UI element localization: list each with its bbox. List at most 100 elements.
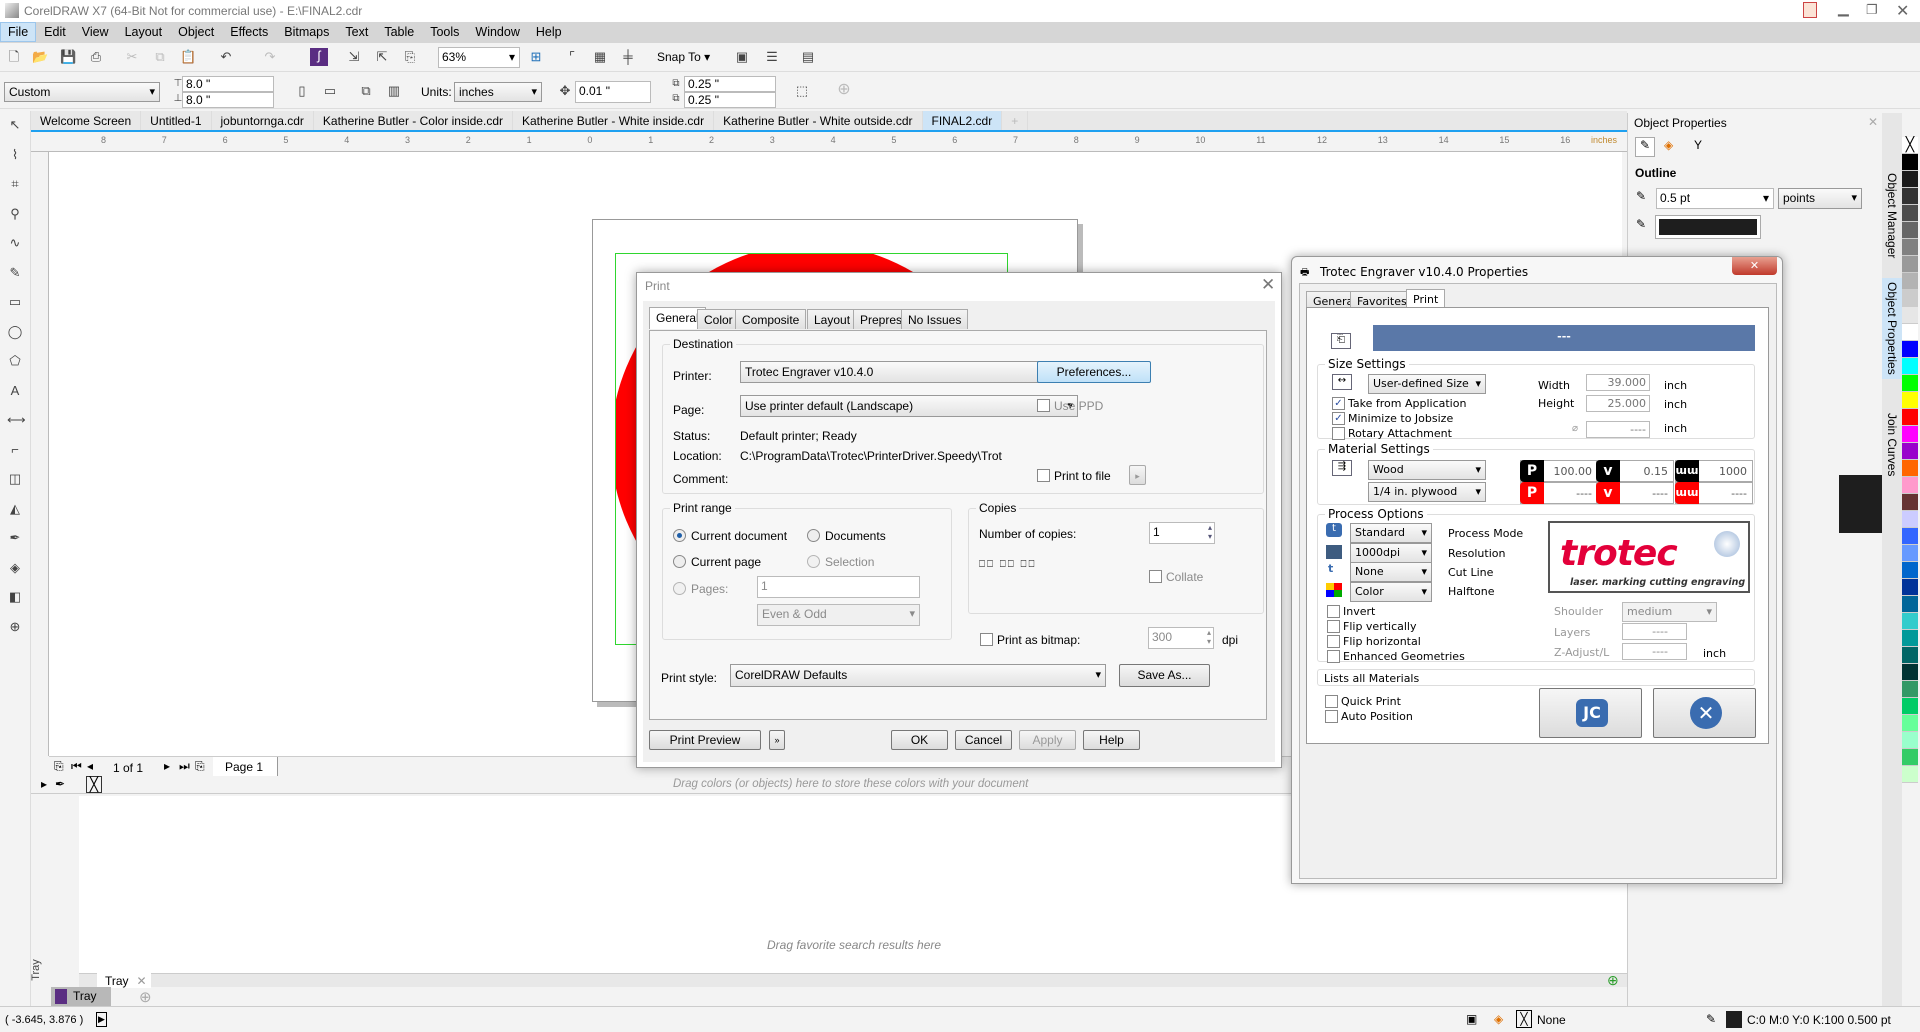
all-pages-icon[interactable]: ⧉ [358,83,374,99]
connector-tool-icon[interactable]: ⌐ [7,442,23,458]
material-combo[interactable]: Wood [1368,460,1486,480]
material-type-combo[interactable]: 1/4 in. plywood [1368,482,1486,502]
color-swatch[interactable] [1902,664,1918,681]
color-swatch[interactable] [1902,256,1918,273]
print-to-file-options-button[interactable]: ▸ [1129,465,1146,485]
ellipse-tool-icon[interactable]: ◯ [7,324,23,340]
smart-drawing-tool-icon[interactable]: ✎ [7,265,23,281]
outline-color-swatch[interactable] [1726,1011,1742,1028]
cancel-button[interactable]: ✕ [1653,688,1756,738]
color-swatch[interactable] [1902,596,1918,613]
treat-as-filled-icon[interactable]: ⬚ [794,83,810,99]
doc-tab[interactable]: Untitled-1 [141,111,212,130]
cancel-button[interactable]: Cancel [955,730,1012,750]
apply-button[interactable]: Apply [1019,730,1076,750]
prev-page-icon[interactable]: ◂ [87,759,93,773]
color-swatch[interactable] [1902,443,1918,460]
nudge-distance-input[interactable]: 0.01 " [575,81,651,103]
palette-expand-icon[interactable]: ▸ [41,777,47,791]
menu-edit[interactable]: Edit [36,22,74,42]
selection-radio[interactable] [807,555,820,568]
save-icon[interactable]: 💾 [60,49,76,65]
job-name-field[interactable]: --- [1373,325,1755,351]
ok-button[interactable]: OK [891,730,948,750]
color-swatch[interactable] [1902,545,1918,562]
print-preview-button[interactable]: Print Preview [649,730,761,750]
doc-tab[interactable]: Welcome Screen [31,111,142,130]
use-ppd-checkbox[interactable] [1037,399,1050,412]
size-preset-combo[interactable]: User-defined Size [1368,374,1486,394]
diameter-input[interactable]: ---- [1586,421,1650,438]
first-page-icon[interactable]: ⏮ [71,759,82,774]
portrait-icon[interactable]: ▯ [294,83,310,99]
z-adjust-spinner[interactable]: ---- [1622,643,1687,660]
docker-close-icon[interactable]: ✕ [1868,115,1878,129]
printer-combo[interactable]: Trotec Engraver v10.4.0 [740,361,1078,383]
parallel-dimension-tool-icon[interactable]: ⟷ [7,412,26,428]
drop-shadow-tool-icon[interactable]: ◫ [7,471,23,487]
current-page-icon[interactable]: ▥ [386,83,402,99]
color-swatch[interactable] [1902,409,1918,426]
preferences-button[interactable]: Preferences... [1037,361,1151,383]
menu-table[interactable]: Table [376,22,422,42]
print-preview-expand-button[interactable]: » [769,730,785,750]
menu-bitmaps[interactable]: Bitmaps [276,22,337,42]
units-combo[interactable]: inches [454,82,542,102]
cut-line-combo[interactable]: None [1350,562,1432,582]
landscape-icon[interactable]: ▭ [322,83,338,99]
cut-frequency-field[interactable]: ɯɯ ---- [1675,482,1753,504]
last-page-icon[interactable]: ⏭ [179,759,190,774]
page-size-combo[interactable]: Custom [4,82,160,102]
page-height-input[interactable]: 8.0 " [182,92,274,108]
height-input[interactable]: 25.000 [1586,395,1650,412]
current-document-radio[interactable] [673,529,686,542]
color-swatch[interactable] [1902,341,1918,358]
add-page-after-icon[interactable]: ⎘ [195,759,205,774]
color-swatch[interactable] [1902,579,1918,596]
tab-join-curves[interactable]: Join Curves [1885,413,1899,476]
cut-speed-field[interactable]: v ---- [1596,482,1674,504]
invert-checkbox[interactable] [1327,605,1340,618]
outline-width-combo[interactable]: 0.5 pt ▾ [1656,188,1774,209]
color-swatch[interactable] [1902,732,1918,749]
pages-input[interactable]: 1 [757,576,920,598]
color-proof-icon[interactable]: ▣ [1466,1012,1477,1026]
close-icon[interactable]: ✕ [1261,275,1275,295]
tab-composite[interactable]: Composite [735,309,807,329]
speed-field[interactable]: v 0.15 [1596,460,1674,482]
tab-object-manager[interactable]: Object Manager [1885,173,1899,258]
eyedropper-icon[interactable]: ✒ [55,777,65,791]
color-swatch[interactable] [1902,494,1918,511]
color-swatch[interactable] [1902,290,1918,307]
polygon-tool-icon[interactable]: ⬠ [7,353,23,369]
quick-print-checkbox[interactable] [1325,695,1338,708]
copy-icon[interactable]: ⧉ [152,49,168,65]
minimize-to-jobsize-checkbox[interactable]: ✓ [1332,412,1345,425]
color-swatch[interactable] [1902,307,1918,324]
color-swatch[interactable] [1902,358,1918,375]
transparency-icon[interactable]: Y [1694,138,1702,152]
open-icon[interactable]: 📂 [32,49,48,65]
flip-vertically-checkbox[interactable] [1327,620,1340,633]
resolution-combo[interactable]: 1000dpi [1350,543,1432,563]
vertical-ruler[interactable] [31,152,49,756]
crop-tool-icon[interactable]: ⌗ [7,176,23,192]
status-expand-icon[interactable]: ▶ [96,1012,107,1027]
zoom-tool-icon[interactable]: ⚲ [7,206,23,222]
undo-icon[interactable]: ↶ [218,49,234,65]
options-icon[interactable]: ☰ [764,49,780,65]
color-swatch[interactable] [1902,766,1918,783]
collate-checkbox[interactable] [1149,570,1162,583]
redo-icon[interactable]: ↷ [262,49,278,65]
print-style-combo[interactable]: CorelDRAW Defaults [730,664,1106,687]
take-from-application-checkbox[interactable]: ✓ [1332,397,1345,410]
export-icon[interactable]: ⇱ [374,49,390,65]
color-swatch[interactable] [1902,375,1918,392]
print-icon[interactable]: ⎙ [88,49,104,65]
pick-tool-icon[interactable]: ↖ [7,117,23,133]
auto-position-checkbox[interactable] [1325,710,1338,723]
eyedropper-tool-icon[interactable]: ✒ [7,530,23,546]
outline-units-combo[interactable]: points [1778,188,1862,209]
menu-tools[interactable]: Tools [422,22,467,42]
doc-tab[interactable]: Katherine Butler - White inside.cdr [513,111,715,130]
